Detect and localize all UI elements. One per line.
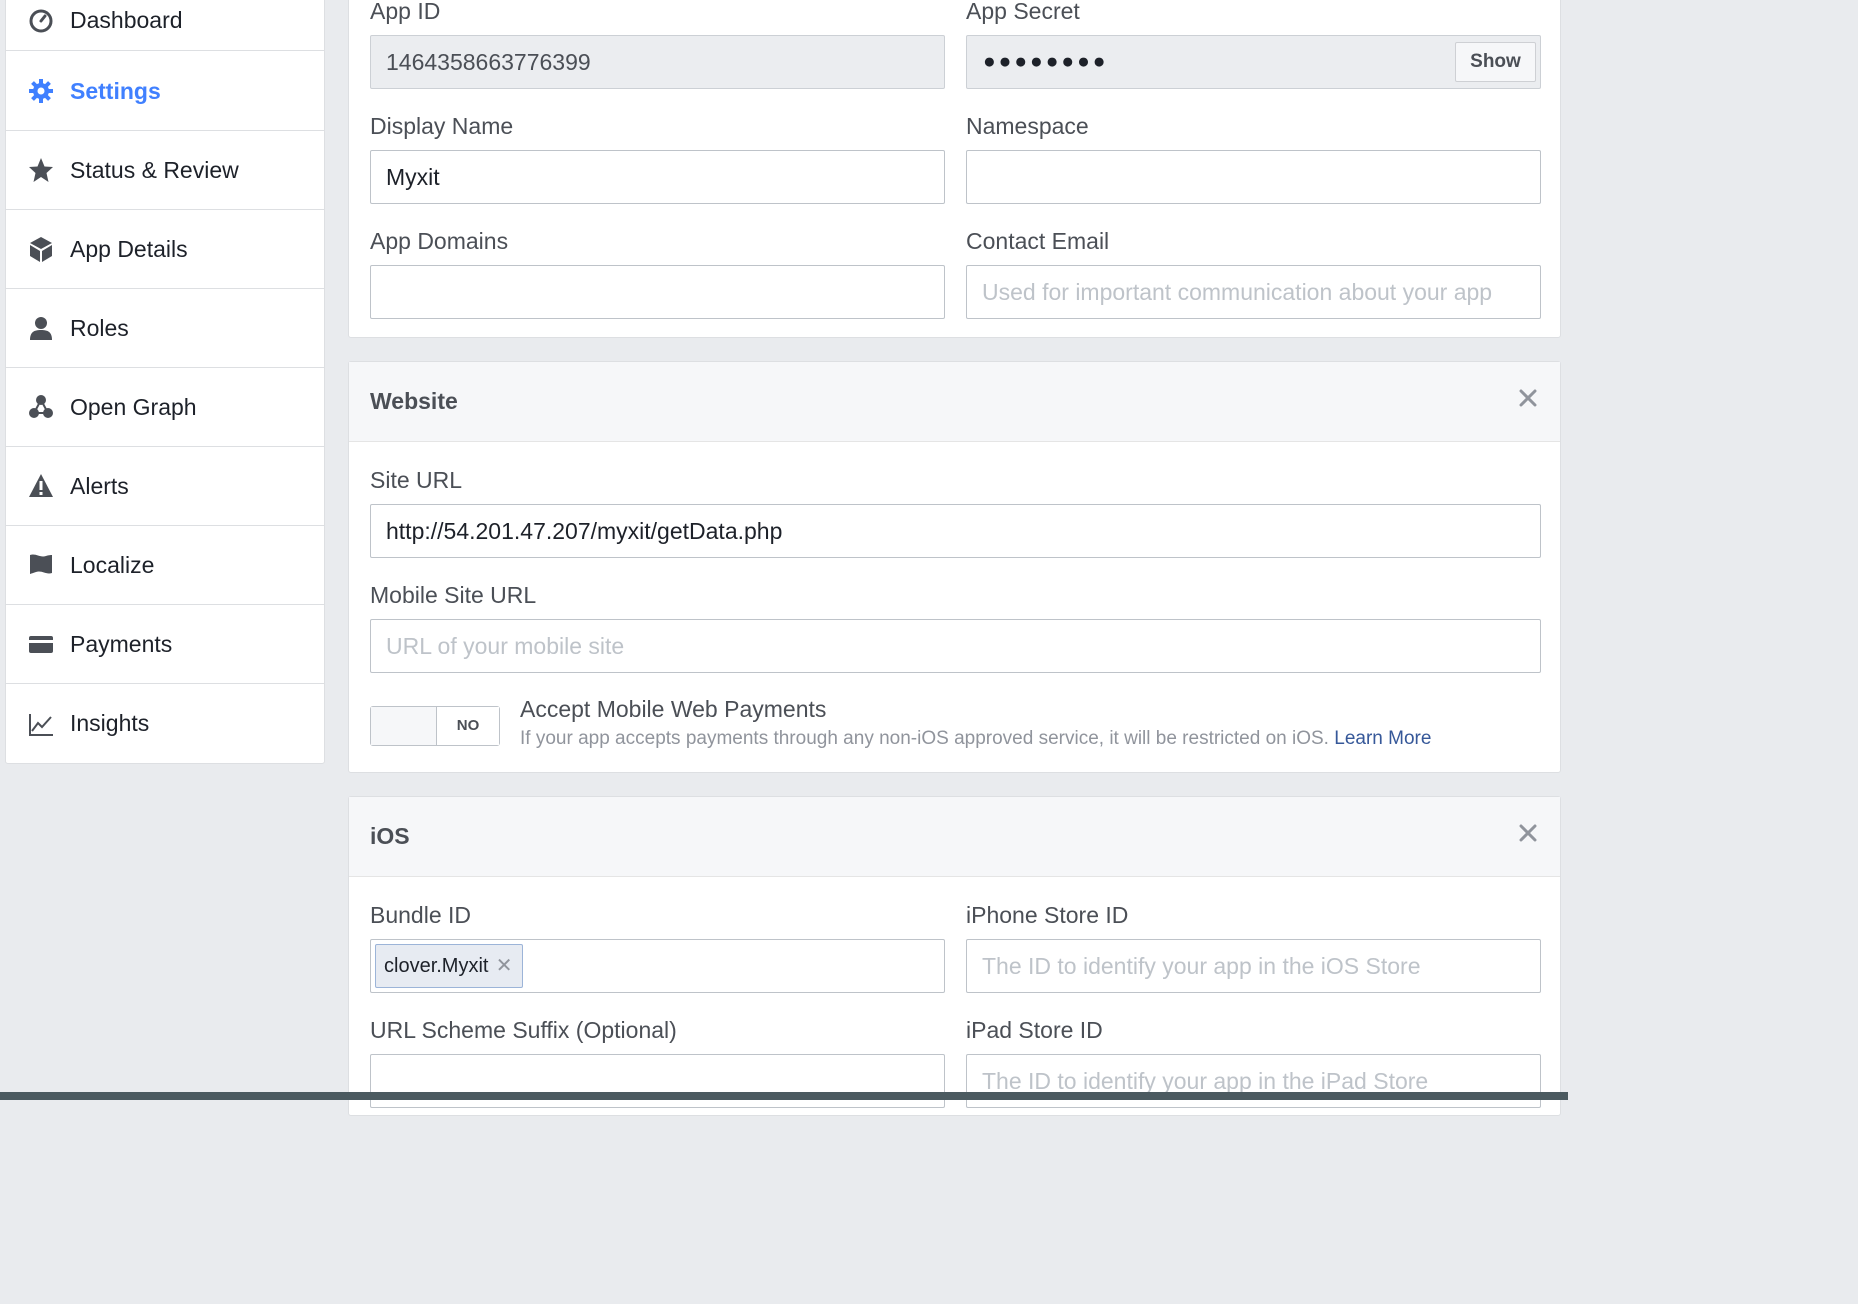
- star-icon: [28, 157, 54, 183]
- site-url-field[interactable]: http://54.201.47.207/myxit/getData.php: [370, 504, 1541, 558]
- contact-email-field[interactable]: Used for important communication about y…: [966, 265, 1541, 319]
- app-secret-masked-value: ●●●●●●●●: [983, 50, 1109, 73]
- sidebar-item-label: Alerts: [70, 472, 129, 499]
- bottom-bar: [0, 1092, 1568, 1100]
- iphone-store-id-placeholder: The ID to identify your app in the iOS S…: [982, 953, 1421, 979]
- gear-icon: [28, 78, 54, 104]
- remove-tag-icon[interactable]: ✕: [496, 945, 513, 987]
- display-name-field[interactable]: Myxit: [370, 150, 945, 204]
- sidebar-item-label: Settings: [70, 77, 161, 104]
- sidebar: Dashboard Settings Status & Review App D…: [5, 0, 325, 764]
- iphone-store-id-label: iPhone Store ID: [966, 902, 1129, 928]
- sidebar-item-label: Insights: [70, 710, 150, 736]
- sidebar-item-insights[interactable]: Insights: [6, 684, 324, 763]
- sidebar-item-alerts[interactable]: Alerts: [6, 447, 324, 526]
- sidebar-item-roles[interactable]: Roles: [6, 289, 324, 368]
- app-domains-field[interactable]: [370, 265, 945, 319]
- flag-icon: [28, 552, 54, 578]
- basic-settings-panel: App ID 1464358663776399 App Secret ●●●●●…: [348, 0, 1561, 338]
- sidebar-item-localize[interactable]: Localize: [6, 526, 324, 605]
- sidebar-item-label: Status & Review: [70, 156, 239, 183]
- warning-icon: [28, 473, 54, 499]
- sidebar-item-label: Dashboard: [70, 7, 183, 33]
- iphone-store-id-field[interactable]: The ID to identify your app in the iOS S…: [966, 939, 1541, 993]
- sidebar-item-settings[interactable]: Settings: [6, 52, 324, 131]
- website-panel: Website Site URL http://54.201.47.207/my…: [348, 361, 1561, 773]
- show-secret-button[interactable]: Show: [1455, 42, 1536, 82]
- app-secret-field: ●●●●●●●● Show: [966, 35, 1541, 89]
- ios-panel: iOS Bundle ID clover.Myxit ✕ iPhone Stor…: [348, 796, 1561, 1116]
- ios-panel-header: iOS: [349, 797, 1560, 877]
- display-name-label: Display Name: [370, 113, 514, 139]
- ipad-store-id-label: iPad Store ID: [966, 1017, 1103, 1043]
- mobile-site-url-field[interactable]: URL of your mobile site: [370, 619, 1541, 673]
- ios-title: iOS: [370, 823, 410, 849]
- sidebar-item-dashboard[interactable]: Dashboard: [6, 0, 324, 51]
- payments-description: If your app accepts payments through any…: [520, 728, 1431, 750]
- open-graph-icon: [28, 394, 54, 420]
- sidebar-item-payments[interactable]: Payments: [6, 605, 324, 684]
- bundle-id-label: Bundle ID: [370, 902, 472, 928]
- contact-email-placeholder: Used for important communication about y…: [982, 279, 1493, 305]
- website-title: Website: [370, 388, 458, 414]
- chart-icon: [28, 711, 54, 737]
- sidebar-item-label: App Details: [70, 235, 188, 262]
- toggle-knob: [371, 707, 437, 745]
- namespace-label: Namespace: [966, 113, 1089, 139]
- app-secret-label: App Secret: [966, 0, 1080, 24]
- sidebar-item-app-details[interactable]: App Details: [6, 210, 324, 289]
- sidebar-item-status-review[interactable]: Status & Review: [6, 131, 324, 210]
- app-domains-label: App Domains: [370, 228, 509, 254]
- site-url-label: Site URL: [370, 467, 463, 493]
- bundle-id-tag-text: clover.Myxit: [384, 955, 489, 977]
- payments-description-text: If your app accepts payments through any…: [520, 728, 1329, 749]
- sidebar-item-label: Roles: [70, 314, 129, 341]
- ipad-store-id-placeholder: The ID to identify your app in the iPad …: [982, 1068, 1429, 1094]
- learn-more-link[interactable]: Learn More: [1334, 728, 1431, 749]
- contact-email-label: Contact Email: [966, 228, 1110, 254]
- mobile-web-payments-toggle[interactable]: NO: [370, 706, 500, 746]
- sidebar-item-label: Localize: [70, 551, 155, 578]
- mobile-site-url-placeholder: URL of your mobile site: [386, 633, 625, 659]
- namespace-field[interactable]: [966, 150, 1541, 204]
- mobile-site-url-label: Mobile Site URL: [370, 582, 537, 608]
- sidebar-item-label: Open Graph: [70, 393, 197, 420]
- website-panel-header: Website: [349, 362, 1560, 442]
- sidebar-item-label: Payments: [70, 630, 173, 657]
- bundle-id-tag: clover.Myxit ✕: [375, 944, 524, 988]
- cube-icon: [28, 236, 54, 262]
- credit-card-icon: [28, 631, 54, 657]
- close-icon[interactable]: [1516, 386, 1540, 410]
- person-icon: [28, 315, 54, 341]
- dashboard-icon: [28, 8, 54, 34]
- payments-title: Accept Mobile Web Payments: [520, 696, 827, 722]
- url-scheme-suffix-label: URL Scheme Suffix (Optional): [370, 1017, 677, 1043]
- toggle-state: NO: [437, 707, 499, 745]
- sidebar-item-open-graph[interactable]: Open Graph: [6, 368, 324, 447]
- bundle-id-field[interactable]: clover.Myxit ✕: [370, 939, 945, 993]
- app-id-field: 1464358663776399: [370, 35, 945, 89]
- close-icon[interactable]: [1516, 821, 1540, 845]
- app-id-label: App ID: [370, 0, 441, 24]
